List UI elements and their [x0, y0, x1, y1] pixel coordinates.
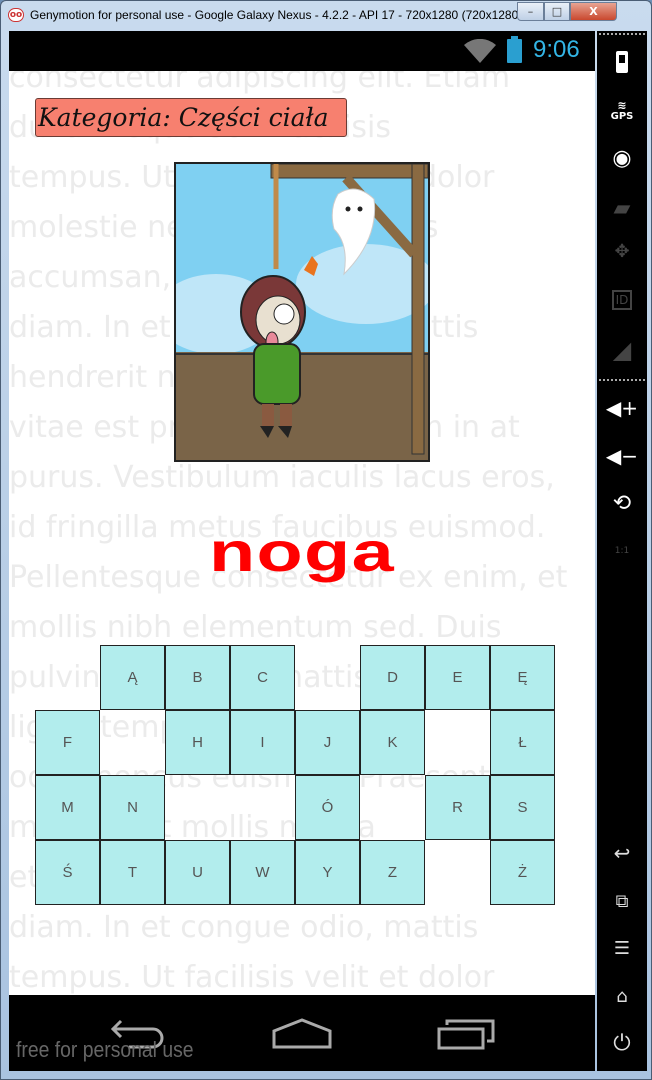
letter-key[interactable]: Ó	[295, 775, 360, 840]
menu-icon[interactable]: ☰	[597, 938, 647, 959]
letter-key[interactable]: U	[165, 840, 230, 905]
camera-widget-icon[interactable]: ◉	[597, 146, 647, 171]
minimize-button[interactable]: –	[517, 2, 544, 21]
letter-key[interactable]: N	[100, 775, 165, 840]
letter-key[interactable]: Z	[360, 840, 425, 905]
letter-keyboard: ĄBCDEĘ FHIJKŁ MN ÓRS ŚTUWYZŻ	[35, 645, 555, 905]
dpad-icon[interactable]: ✥	[597, 241, 647, 262]
category-label: Kategoria: Części ciała	[35, 98, 347, 137]
hangman-picture	[174, 162, 430, 462]
app-content: consectetur adipiscing elit. Etiamdui at…	[9, 71, 595, 995]
letter-key[interactable]: Ą	[100, 645, 165, 710]
letter-key[interactable]: Ś	[35, 840, 100, 905]
watermark-text: free for personal use	[16, 1037, 194, 1062]
battery-icon	[507, 36, 522, 63]
letter-key[interactable]: Y	[295, 840, 360, 905]
letter-key[interactable]: B	[165, 645, 230, 710]
scale-icon[interactable]: 1:1	[597, 546, 647, 556]
background-text-line: tempus. Ut facilisis velit et dolor	[9, 960, 495, 995]
genymotion-toolbar: ≋ GPS ◉ ▰ ✥ ID ◢ ◀+ ◀− ⟲ 1:1 ↩ ⧉ ☰ ⌂ ⏻	[597, 31, 647, 1071]
rotate-icon[interactable]: ⟲	[597, 491, 647, 516]
guessed-word: noga	[208, 520, 395, 583]
maximize-button[interactable]: □	[544, 2, 570, 21]
device-id-icon[interactable]: ID	[597, 289, 647, 310]
scale-label: 1:1	[614, 546, 630, 556]
android-screen: 9:06 consectetur adipiscing elit. Etiam d…	[9, 31, 595, 1071]
letter-key[interactable]: E	[425, 645, 490, 710]
letter-key[interactable]: D	[360, 645, 425, 710]
recent-apps-icon[interactable]: ⧉	[597, 891, 647, 912]
volume-down-icon[interactable]: ◀−	[597, 444, 647, 468]
clapperboard-icon[interactable]: ▰	[597, 196, 647, 221]
battery-widget-icon[interactable]	[597, 51, 647, 73]
letter-key[interactable]: F	[35, 710, 100, 775]
letter-key[interactable]: T	[100, 840, 165, 905]
window-title: Genymotion for personal use - Google Gal…	[30, 8, 549, 22]
volume-up-icon[interactable]: ◀+	[597, 396, 647, 420]
id-label: ID	[611, 290, 633, 310]
gps-label: GPS	[610, 111, 634, 122]
network-icon[interactable]: ◢	[597, 336, 647, 364]
letter-key[interactable]: W	[230, 840, 295, 905]
title-bar: oo Genymotion for personal use - Google …	[1, 1, 652, 31]
back-icon[interactable]: ↩	[597, 841, 647, 865]
recent-apps-button-icon[interactable]	[437, 1017, 497, 1051]
letter-key[interactable]: Ł	[490, 710, 555, 775]
letter-key[interactable]: C	[230, 645, 295, 710]
wifi-icon	[464, 39, 496, 63]
navigation-bar: free for personal use	[9, 995, 595, 1071]
letter-key[interactable]: R	[425, 775, 490, 840]
status-bar: 9:06	[9, 31, 595, 71]
home-icon[interactable]: ⌂	[597, 986, 647, 1007]
letter-key[interactable]: M	[35, 775, 100, 840]
clock: 9:06	[533, 36, 580, 63]
genymotion-window: oo Genymotion for personal use - Google …	[0, 0, 652, 1080]
background-text-line: diam. In et congue odio, mattis	[9, 910, 479, 945]
letter-key[interactable]: Ę	[490, 645, 555, 710]
letter-key[interactable]: J	[295, 710, 360, 775]
letter-key[interactable]: K	[360, 710, 425, 775]
gps-widget-icon[interactable]: ≋ GPS	[597, 100, 647, 122]
power-icon[interactable]: ⏻	[597, 1031, 647, 1056]
close-button[interactable]: X	[570, 2, 617, 21]
genymotion-logo-icon: oo	[8, 8, 24, 22]
letter-key[interactable]: I	[230, 710, 295, 775]
letter-key[interactable]: H	[165, 710, 230, 775]
home-button-icon[interactable]	[271, 1017, 333, 1051]
letter-key[interactable]: Ż	[490, 840, 555, 905]
letter-key[interactable]: S	[490, 775, 555, 840]
